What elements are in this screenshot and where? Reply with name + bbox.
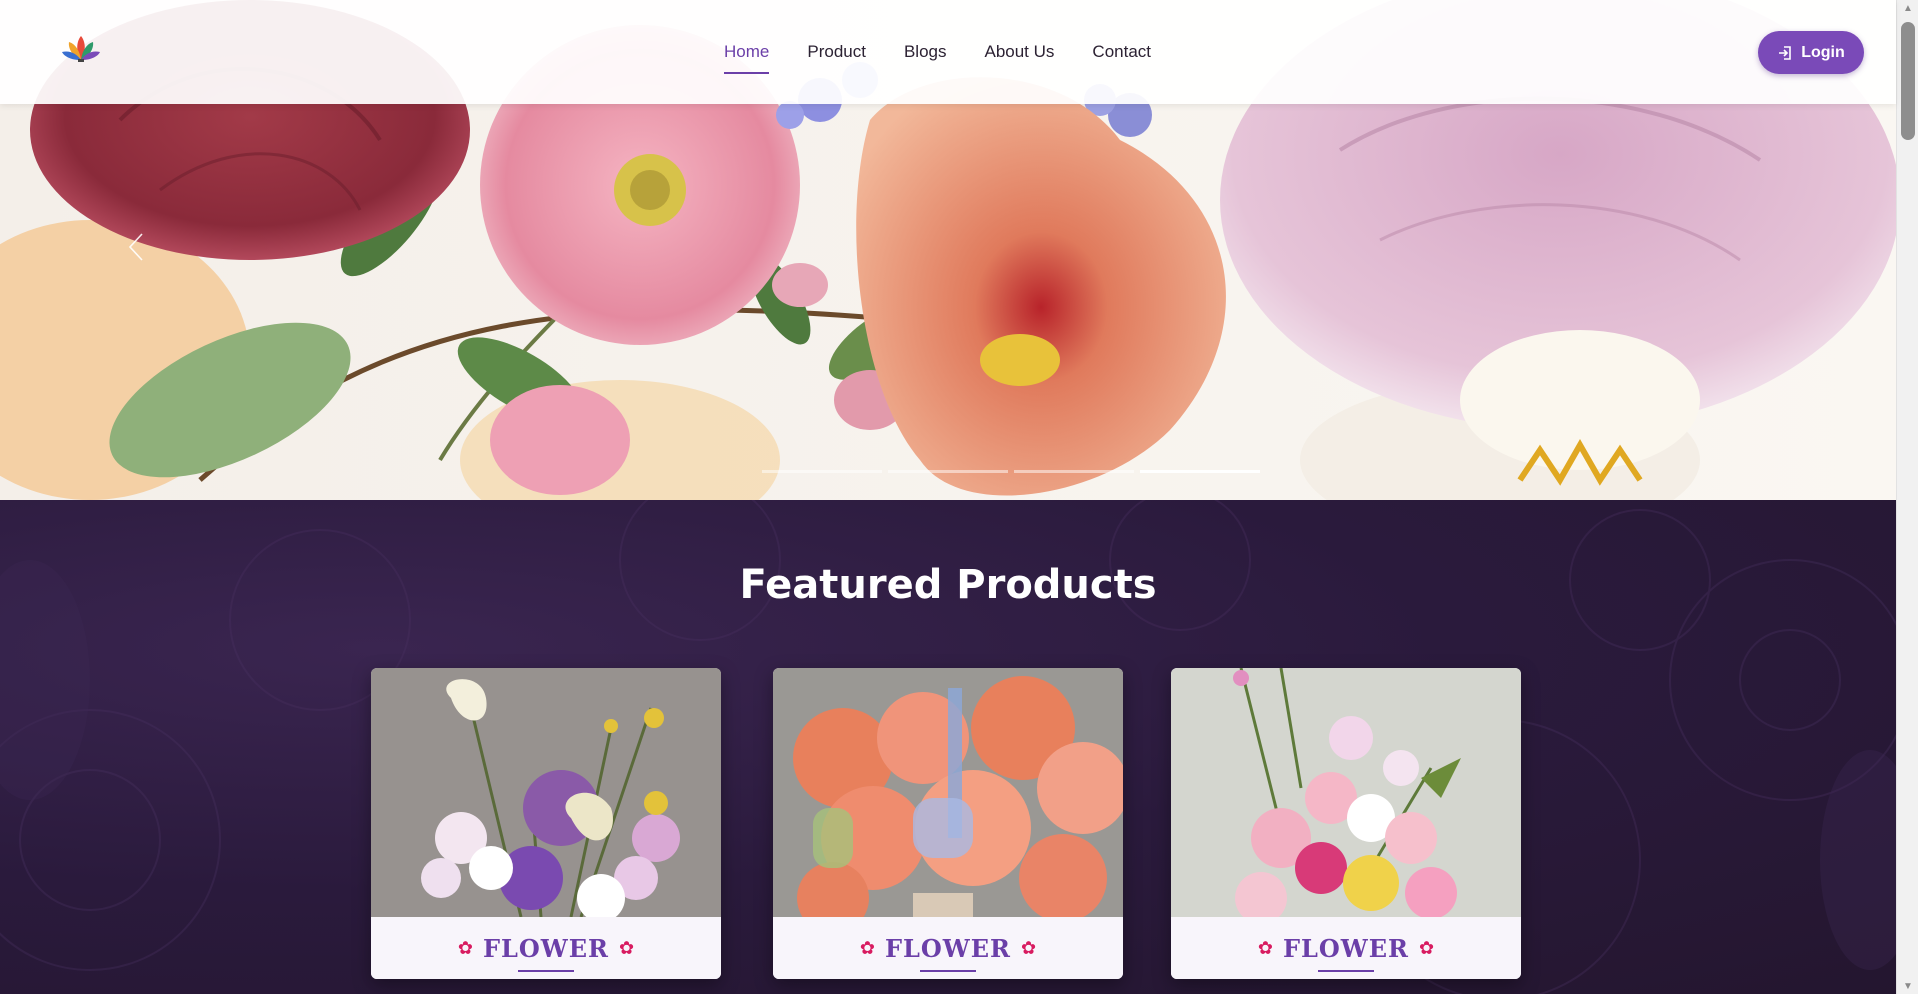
carousel-indicator-2[interactable]: [888, 470, 1008, 473]
nav-blogs[interactable]: Blogs: [904, 0, 947, 104]
product-card[interactable]: ✿ FLOWER ✿: [371, 668, 721, 979]
nav-contact[interactable]: Contact: [1092, 0, 1151, 104]
lotus-logo-icon: [62, 36, 100, 62]
product-caption: ✿ FLOWER ✿: [1171, 917, 1521, 979]
product-caption: ✿ FLOWER ✿: [371, 917, 721, 979]
flower-icon: ✿: [1419, 937, 1435, 958]
carousel-indicator-4[interactable]: [1140, 470, 1260, 473]
featured-products-section: Featured Products ✿ FLOWER ✿ ✿ FLOWER ✿ …: [0, 500, 1896, 994]
carousel-prev-button[interactable]: [128, 232, 156, 268]
nav-home[interactable]: Home: [724, 0, 770, 104]
chevron-left-icon: [128, 233, 143, 261]
brand-logo[interactable]: [62, 34, 100, 64]
login-button[interactable]: Login: [1758, 31, 1864, 74]
product-image: [1171, 668, 1521, 917]
product-image: [371, 668, 721, 917]
flower-icon: ✿: [1257, 937, 1273, 958]
product-label: FLOWER: [1282, 933, 1409, 972]
main-nav: Home Product Blogs About Us Contact: [724, 0, 1189, 104]
flower-icon: ✿: [619, 937, 635, 958]
flower-icon: ✿: [1021, 937, 1037, 958]
flower-icon: ✿: [859, 937, 875, 958]
product-card[interactable]: ✿ FLOWER ✿: [1171, 668, 1521, 979]
product-card[interactable]: ✿ FLOWER ✿: [773, 668, 1123, 979]
page-scrollbar[interactable]: ▲ ▼: [1896, 0, 1918, 994]
product-label: FLOWER: [884, 933, 1011, 972]
product-caption: ✿ FLOWER ✿: [773, 917, 1123, 979]
section-title: Featured Products: [739, 562, 1157, 608]
carousel-indicator-1[interactable]: [762, 470, 882, 473]
product-image: [773, 668, 1123, 917]
carousel-indicator-3[interactable]: [1014, 470, 1134, 473]
login-label: Login: [1801, 43, 1845, 61]
carousel-indicators: [762, 470, 1260, 473]
flower-icon: ✿: [457, 937, 473, 958]
nav-product[interactable]: Product: [807, 0, 866, 104]
product-label: FLOWER: [482, 933, 609, 972]
nav-about-us[interactable]: About Us: [984, 0, 1054, 104]
scroll-up-arrow-icon[interactable]: ▲: [1902, 2, 1914, 14]
scrollbar-thumb[interactable]: [1901, 22, 1915, 140]
site-header: Home Product Blogs About Us Contact Logi…: [0, 0, 1896, 104]
login-icon: [1779, 45, 1792, 60]
scroll-down-arrow-icon[interactable]: ▼: [1902, 980, 1914, 992]
